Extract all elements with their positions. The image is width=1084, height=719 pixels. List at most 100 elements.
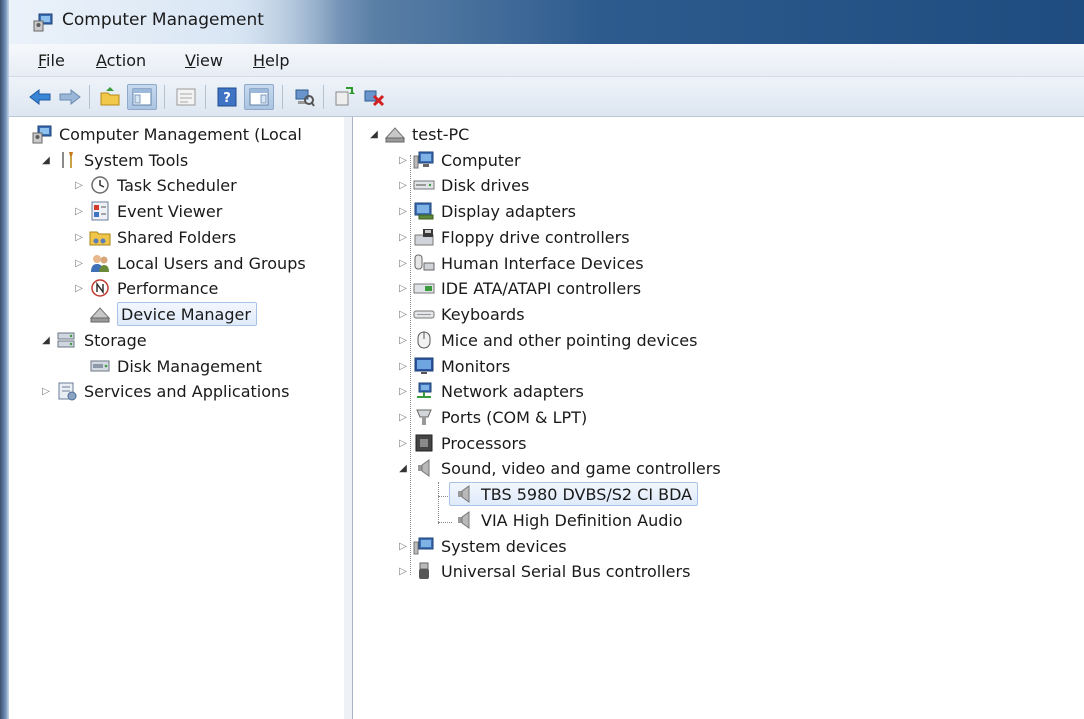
help-icon[interactable]: ?: [214, 84, 240, 110]
tree-item-event-viewer[interactable]: ▷ Event Viewer: [73, 199, 222, 223]
tree-label: Local Users and Groups: [117, 253, 306, 273]
tree-label: System devices: [441, 536, 567, 556]
display-adapter-icon: [413, 201, 435, 221]
device-category-keyboards[interactable]: ▷ Keyboards: [397, 302, 524, 326]
scan-hardware-icon[interactable]: [291, 84, 317, 110]
tree-label: test-PC: [412, 124, 470, 144]
expand-arrow-icon[interactable]: ▷: [397, 232, 409, 243]
device-category-network-adapters[interactable]: ▷ Network adapters: [397, 379, 584, 403]
uninstall-device-icon[interactable]: [361, 84, 387, 110]
menu-view[interactable]: View: [185, 51, 223, 70]
tree-item-storage[interactable]: ◢ Storage: [40, 328, 146, 352]
usb-icon: [413, 561, 435, 581]
expand-arrow-icon[interactable]: ▷: [397, 361, 409, 372]
network-adapter-icon: [413, 381, 435, 401]
device-category-ports[interactable]: ▷ Ports (COM & LPT): [397, 405, 587, 429]
device-category-system-devices[interactable]: ▷ System devices: [397, 534, 567, 558]
show-hide-tree-icon[interactable]: [127, 84, 157, 110]
device-category-mice[interactable]: ▷ Mice and other pointing devices: [397, 328, 697, 352]
tree-root-computer-management[interactable]: Computer Management (Local: [31, 122, 302, 146]
mouse-icon: [413, 330, 435, 350]
title-bar[interactable]: Computer Management: [9, 0, 1084, 44]
tree-label: Processors: [441, 433, 527, 453]
expand-arrow-icon[interactable]: ▷: [397, 309, 409, 320]
menu-file[interactable]: File: [38, 51, 65, 70]
collapse-arrow-icon[interactable]: ◢: [397, 463, 409, 474]
computer-management-icon: [32, 11, 54, 33]
expand-arrow-icon[interactable]: ▷: [73, 232, 85, 243]
services-icon: [56, 381, 78, 401]
show-hide-action-pane-icon[interactable]: [244, 84, 274, 110]
expand-arrow-icon[interactable]: ▷: [397, 206, 409, 217]
expand-arrow-icon[interactable]: ▷: [397, 155, 409, 166]
collapse-arrow-icon[interactable]: ◢: [368, 129, 380, 140]
shared-folder-icon: [89, 227, 111, 247]
device-tree-root[interactable]: ◢ test-PC: [368, 122, 469, 146]
menu-help[interactable]: Help: [253, 51, 289, 70]
up-folder-icon[interactable]: [97, 84, 123, 110]
expand-arrow-icon[interactable]: ▷: [73, 206, 85, 217]
tree-label: System Tools: [84, 150, 189, 170]
properties-icon[interactable]: [173, 84, 199, 110]
expand-arrow-icon[interactable]: ▷: [397, 438, 409, 449]
device-category-computer[interactable]: ▷ Computer: [397, 148, 520, 172]
device-tree-pane[interactable]: ◢ test-PC ▷ Computer ▷ Disk drives ▷ Dis…: [353, 117, 1084, 719]
tree-item-shared-folders[interactable]: ▷ Shared Folders: [73, 225, 236, 249]
expand-arrow-icon[interactable]: ▷: [73, 258, 85, 269]
pane-splitter[interactable]: [344, 117, 353, 719]
collapse-arrow-icon[interactable]: ◢: [40, 155, 52, 166]
expand-arrow-icon[interactable]: ▷: [40, 386, 52, 397]
system-devices-icon: [413, 536, 435, 556]
device-category-monitors[interactable]: ▷ Monitors: [397, 354, 510, 378]
device-category-usb-controllers[interactable]: ▷ Universal Serial Bus controllers: [397, 559, 690, 583]
expand-arrow-icon[interactable]: ▷: [73, 283, 85, 294]
tree-label: Monitors: [441, 356, 511, 376]
expand-arrow-icon[interactable]: ▷: [73, 180, 85, 191]
tree-item-device-manager[interactable]: Device Manager: [85, 302, 257, 326]
tree-label: Ports (COM & LPT): [441, 407, 588, 427]
navigation-pane[interactable]: Computer Management (Local ◢ System Tool…: [14, 117, 346, 719]
device-via-audio[interactable]: VIA High Definition Audio: [453, 508, 683, 532]
tree-item-local-users-groups[interactable]: ▷ Local Users and Groups: [73, 251, 306, 275]
expand-arrow-icon[interactable]: ▷: [397, 335, 409, 346]
update-driver-icon[interactable]: [331, 84, 357, 110]
device-category-processors[interactable]: ▷ Processors: [397, 431, 526, 455]
tree-label: Mice and other pointing devices: [441, 330, 698, 350]
tree-item-task-scheduler[interactable]: ▷ Task Scheduler: [73, 173, 237, 197]
device-category-display-adapters[interactable]: ▷ Display adapters: [397, 199, 576, 223]
expand-arrow-icon[interactable]: ▷: [397, 283, 409, 294]
expand-arrow-icon[interactable]: ▷: [397, 386, 409, 397]
expand-arrow-icon[interactable]: ▷: [397, 258, 409, 269]
tree-item-disk-management[interactable]: Disk Management: [85, 354, 262, 378]
device-category-hid[interactable]: ▷ Human Interface Devices: [397, 251, 643, 275]
back-arrow-icon[interactable]: [27, 84, 53, 110]
tree-label: Services and Applications: [84, 381, 290, 401]
tree-label: Sound, video and game controllers: [441, 458, 721, 478]
tree-label: Shared Folders: [117, 227, 237, 247]
tree-item-services-applications[interactable]: ▷ Services and Applications: [40, 379, 289, 403]
device-category-disk-drives[interactable]: ▷ Disk drives: [397, 173, 529, 197]
tree-item-performance[interactable]: ▷ Performance: [73, 276, 218, 300]
device-category-sound-video-game[interactable]: ◢ Sound, video and game controllers: [397, 456, 721, 480]
toolbar-separator: [164, 85, 165, 109]
device-category-floppy-controllers[interactable]: ▷ Floppy drive controllers: [397, 225, 629, 249]
expand-arrow-icon[interactable]: ▷: [397, 541, 409, 552]
tree-item-system-tools[interactable]: ◢ System Tools: [40, 148, 188, 172]
toolbar-separator: [323, 85, 324, 109]
device-tbs-5980[interactable]: TBS 5980 DVBS/S2 CI BDA: [449, 482, 699, 506]
expand-arrow-icon[interactable]: ▷: [397, 180, 409, 191]
tree-connector: [438, 522, 452, 523]
device-category-ide-controllers[interactable]: ▷ IDE ATA/ATAPI controllers: [397, 276, 641, 300]
expand-arrow-icon[interactable]: ▷: [397, 412, 409, 423]
tree-label: Disk drives: [441, 175, 530, 195]
menu-action[interactable]: Action: [96, 51, 146, 70]
keyboard-icon: [413, 304, 435, 324]
tree-label: Performance: [117, 278, 219, 298]
forward-arrow-icon[interactable]: [57, 84, 83, 110]
storage-icon: [56, 330, 78, 350]
collapse-arrow-icon[interactable]: ◢: [40, 335, 52, 346]
expand-arrow-icon[interactable]: ▷: [397, 566, 409, 577]
toolbar-separator: [282, 85, 283, 109]
tree-label: Display adapters: [441, 201, 577, 221]
ide-controller-icon: [413, 278, 435, 298]
